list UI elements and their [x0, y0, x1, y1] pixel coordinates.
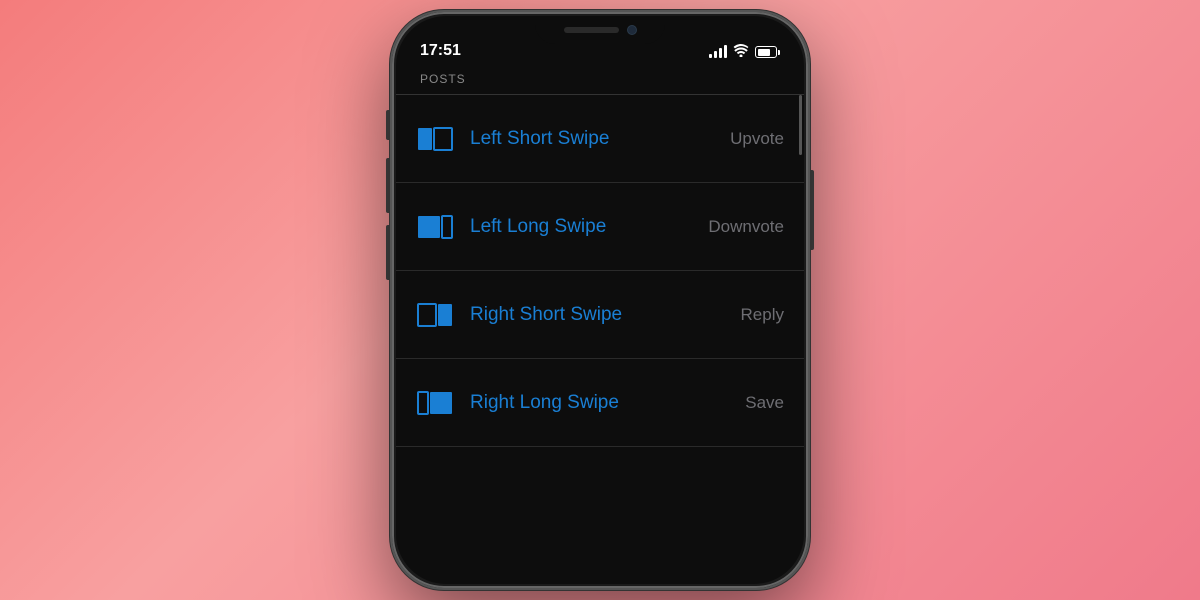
notch — [535, 16, 665, 44]
phone-frame: 17:51 — [390, 10, 810, 590]
phone-screen: 17:51 — [396, 16, 804, 584]
right-short-swipe-label: Right Short Swipe — [470, 304, 741, 326]
swipe-item-left-long[interactable]: Left Long Swipe Downvote — [396, 183, 804, 271]
speaker — [564, 27, 619, 33]
right-long-swipe-icon — [416, 384, 454, 422]
signal-icon — [709, 46, 727, 58]
left-short-swipe-label: Left Short Swipe — [470, 128, 730, 150]
wifi-icon — [733, 44, 749, 60]
power-button — [810, 170, 814, 250]
left-short-swipe-action: Upvote — [730, 129, 784, 149]
scroll-indicator — [799, 95, 802, 584]
phone-wrapper: 17:51 — [390, 10, 810, 590]
swipe-item-right-long[interactable]: Right Long Swipe Save — [396, 359, 804, 447]
swipe-item-left-short[interactable]: Left Short Swipe Upvote — [396, 95, 804, 183]
status-icons — [709, 44, 780, 60]
right-long-swipe-action: Save — [745, 393, 784, 413]
battery-icon — [755, 46, 780, 58]
right-short-swipe-action: Reply — [741, 305, 784, 325]
left-long-swipe-label: Left Long Swipe — [470, 216, 708, 238]
swipe-list[interactable]: Left Short Swipe Upvote Left Long Swipe … — [396, 95, 804, 584]
right-long-swipe-label: Right Long Swipe — [470, 392, 745, 414]
right-short-swipe-icon — [416, 296, 454, 334]
left-short-swipe-icon — [416, 120, 454, 158]
swipe-item-right-short[interactable]: Right Short Swipe Reply — [396, 271, 804, 359]
section-header: POSTS — [396, 66, 804, 95]
status-time: 17:51 — [420, 42, 709, 60]
section-title: POSTS — [420, 72, 466, 86]
left-long-swipe-icon — [416, 208, 454, 246]
left-long-swipe-action: Downvote — [708, 217, 784, 237]
front-camera — [627, 25, 637, 35]
